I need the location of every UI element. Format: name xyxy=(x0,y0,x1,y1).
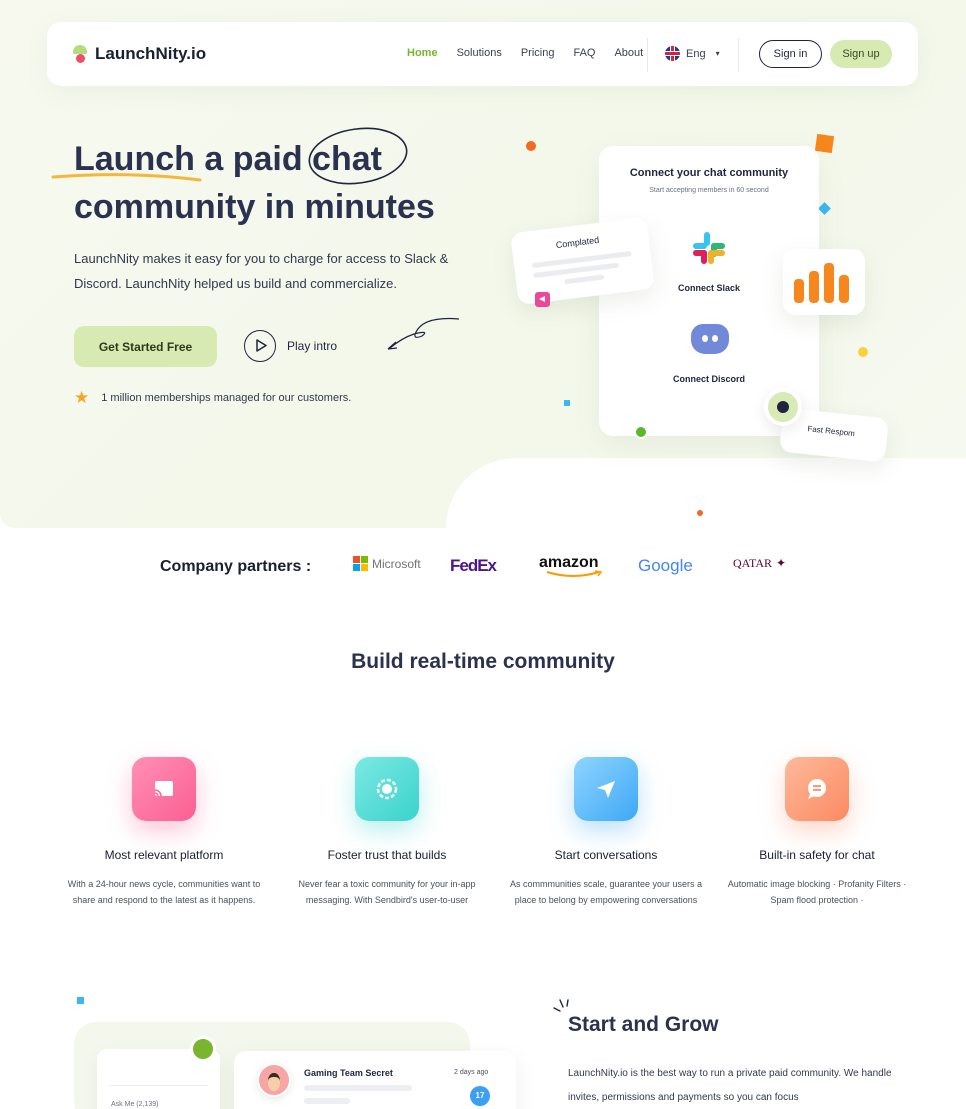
bar-chart-card xyxy=(783,249,865,315)
status-dot xyxy=(634,425,648,439)
nav-link-home[interactable]: Home xyxy=(407,47,438,59)
decor-square xyxy=(77,997,84,1004)
connect-card-subtitle: Start accepting members in 60 second xyxy=(649,187,769,194)
messenger-icon xyxy=(764,388,802,426)
memberships-stat-text: 1 million memberships managed for our cu… xyxy=(101,392,352,404)
unread-count-badge: 17 xyxy=(470,1086,490,1106)
language-label: Eng xyxy=(686,47,706,60)
feature-description: As commmunities scale, guarantee your us… xyxy=(509,879,703,905)
partner-google[interactable]: Google xyxy=(638,556,693,576)
get-started-button[interactable]: Get Started Free xyxy=(74,326,217,367)
placeholder-line xyxy=(304,1085,412,1091)
bar xyxy=(824,263,834,303)
signup-button[interactable]: Sign up xyxy=(830,40,892,68)
feature-title: Built-in safety for chat xyxy=(759,848,875,862)
hero-description: LaunchNity makes it easy for you to char… xyxy=(74,251,449,291)
nav-link-solutions[interactable]: Solutions xyxy=(457,47,502,59)
send-icon xyxy=(574,757,638,821)
connect-discord-label[interactable]: Connect Discord xyxy=(599,374,819,384)
placeholder-line xyxy=(564,274,605,285)
feature-card: Most relevant platform With a 24-hour ne… xyxy=(59,757,269,908)
play-intro-label: Play intro xyxy=(287,339,338,353)
slack-icon xyxy=(693,232,725,264)
decor-dot xyxy=(697,510,703,516)
pink-arrow-icon xyxy=(535,292,550,307)
placeholder-line xyxy=(304,1098,350,1104)
partner-qatar[interactable]: QATAR ✦ xyxy=(733,556,786,571)
decor-square xyxy=(814,133,835,154)
chevron-down-icon: ▾ xyxy=(715,49,720,58)
feature-title: Foster trust that builds xyxy=(327,848,447,862)
star-icon: ★ xyxy=(74,388,90,407)
nav-divider xyxy=(647,38,648,72)
feature-description: With a 24-hour news cycle, communities w… xyxy=(67,879,261,905)
feature-title: Most relevant platform xyxy=(104,848,224,862)
cast-icon xyxy=(132,757,196,821)
logo-mark-icon xyxy=(73,45,87,63)
nav-links: Home Solutions Pricing FAQ About xyxy=(407,47,643,59)
uk-flag-icon xyxy=(665,46,680,61)
ask-me-label[interactable]: Ask Me (2,139) xyxy=(111,1101,158,1108)
section-title: Build real-time community xyxy=(351,650,615,673)
partner-microsoft[interactable]: Microsoft xyxy=(353,556,421,571)
microsoft-logo-icon xyxy=(353,556,368,571)
discord-icon xyxy=(691,324,729,354)
chat-title: Gaming Team Secret xyxy=(304,1068,393,1078)
top-navbar: LaunchNity.io Home Solutions Pricing FAQ… xyxy=(47,22,918,86)
connect-card-title: Connect your chat community xyxy=(629,167,789,179)
decor-dot xyxy=(526,141,536,151)
feature-description: Automatic image blocking · Profanity Fil… xyxy=(727,879,907,905)
decor-dot xyxy=(858,347,868,357)
language-selector[interactable]: Eng ▾ xyxy=(665,46,720,61)
bar xyxy=(839,275,849,303)
fast-response-label: Fast Respom xyxy=(807,424,856,439)
avatar xyxy=(257,1063,291,1097)
oryx-logo-icon: ✦ xyxy=(776,556,787,570)
partner-fedex[interactable]: FedEx xyxy=(450,556,497,576)
brand-logo[interactable]: LaunchNity.io xyxy=(73,44,206,64)
divider xyxy=(109,1085,208,1086)
partner-name: Microsoft xyxy=(372,556,421,571)
nav-link-about[interactable]: About xyxy=(614,47,643,59)
lock-badge-icon xyxy=(190,1036,216,1062)
shield-badge-icon xyxy=(355,757,419,821)
nav-divider xyxy=(738,38,739,72)
feature-card: Foster trust that builds Never fear a to… xyxy=(282,757,492,908)
bar xyxy=(794,279,804,303)
feature-card: Built-in safety for chat Automatic image… xyxy=(712,757,922,908)
chat-icon xyxy=(785,757,849,821)
chat-timestamp: 2 days ago xyxy=(454,1069,489,1076)
memberships-stat: ★ 1 million memberships managed for our … xyxy=(74,388,351,408)
signin-button[interactable]: Sign in xyxy=(759,40,822,68)
partner-name: QATAR xyxy=(733,556,773,570)
hero-title-part2: community in minutes xyxy=(74,188,435,226)
decor-square xyxy=(564,400,570,406)
partner-name: Google xyxy=(638,556,693,575)
partners-label: Company partners : xyxy=(160,558,312,575)
hero-scribbles xyxy=(51,127,408,185)
start-grow-paragraph: LaunchNity.io is the best way to run a p… xyxy=(568,1068,892,1103)
nav-link-pricing[interactable]: Pricing xyxy=(521,47,555,59)
brand-name: LaunchNity.io xyxy=(95,44,207,63)
play-intro-button[interactable]: Play intro xyxy=(244,330,337,362)
feature-card: Start conversations As commmunities scal… xyxy=(501,757,711,908)
play-icon xyxy=(244,330,276,362)
completed-label: Complated xyxy=(555,234,600,251)
nav-link-faq[interactable]: FAQ xyxy=(573,47,595,59)
partner-name: FedEx xyxy=(450,556,497,575)
feature-description: Never fear a toxic community for your in… xyxy=(298,879,476,905)
start-grow-heading: Start and Grow xyxy=(568,1013,719,1036)
arrow-doodle-icon xyxy=(387,317,460,350)
bar xyxy=(809,271,819,303)
feature-title: Start conversations xyxy=(554,848,658,862)
amazon-smile-icon xyxy=(546,570,603,577)
